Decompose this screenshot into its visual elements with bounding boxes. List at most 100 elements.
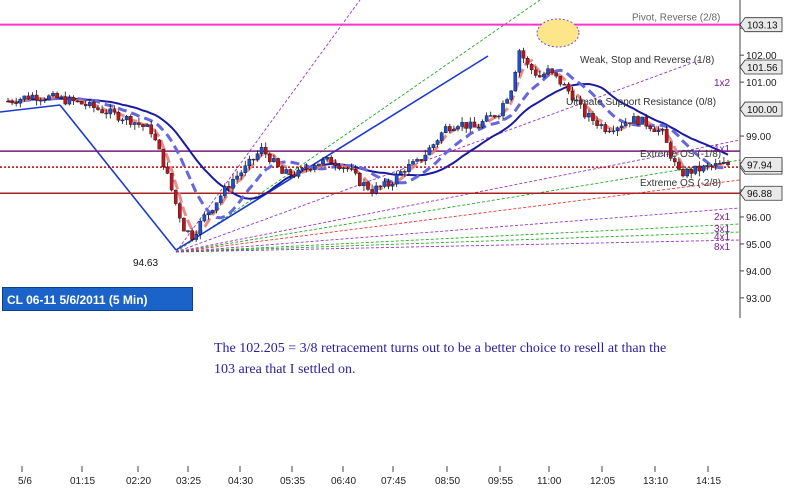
highlight-ellipse bbox=[536, 18, 580, 48]
candle-up bbox=[313, 165, 317, 170]
x-tick-label: 01:15 bbox=[70, 476, 95, 487]
candle-down bbox=[6, 100, 10, 103]
candle-up bbox=[202, 214, 207, 222]
x-tick-label: 03:25 bbox=[176, 476, 201, 487]
candle-up bbox=[235, 175, 239, 180]
candle-down bbox=[709, 165, 714, 167]
candle-up bbox=[501, 103, 505, 117]
candle-down bbox=[353, 169, 358, 174]
murrey-level-label: Pivot, Reverse (2/8) bbox=[632, 13, 720, 24]
candle-up bbox=[452, 128, 456, 132]
candle-up bbox=[259, 146, 264, 154]
x-tick-label: 07:45 bbox=[381, 476, 406, 487]
candle-up bbox=[439, 132, 444, 141]
trendline bbox=[175, 55, 489, 251]
y-tick-label: 99.00 bbox=[746, 132, 771, 143]
candle-down bbox=[128, 116, 133, 125]
price-box: 101.56 bbox=[739, 59, 783, 75]
x-tick-label: 02:20 bbox=[126, 476, 151, 487]
candle-down bbox=[562, 83, 567, 86]
x-tick-label: 04:30 bbox=[228, 476, 253, 487]
candle-down bbox=[100, 109, 104, 114]
x-tick-label: 13:10 bbox=[643, 476, 668, 487]
price-box-label: 103.13 bbox=[747, 21, 778, 32]
candle-down bbox=[358, 172, 362, 187]
candle-down bbox=[726, 162, 730, 166]
candle-down bbox=[345, 167, 350, 170]
candle-down bbox=[464, 122, 468, 129]
candle-up bbox=[18, 98, 23, 104]
y-tick-label: 95.00 bbox=[746, 240, 771, 251]
candle-down bbox=[288, 169, 293, 176]
candle-down bbox=[75, 100, 80, 103]
candle-down bbox=[628, 122, 632, 124]
candlestick-chart: Pivot, Reverse (2/8) Weak, Stop and Rever… bbox=[0, 0, 783, 487]
gann-fan-line bbox=[175, 59, 701, 253]
candle-up bbox=[22, 95, 27, 100]
candle-down bbox=[525, 58, 530, 65]
candle-up bbox=[382, 181, 387, 187]
candle-down bbox=[554, 72, 558, 77]
candle-down bbox=[227, 185, 231, 189]
candle-up bbox=[488, 115, 493, 117]
candle-up bbox=[431, 144, 436, 148]
candle-down bbox=[161, 148, 166, 168]
candle-down bbox=[378, 185, 383, 188]
candle-down bbox=[292, 174, 297, 177]
trendline bbox=[0, 104, 61, 113]
candle-down bbox=[169, 173, 174, 191]
candle-down bbox=[333, 162, 338, 167]
candle-down bbox=[697, 165, 702, 172]
gann-fan-line bbox=[175, 179, 741, 253]
candle-up bbox=[722, 162, 726, 164]
candle-up bbox=[390, 183, 395, 187]
candle-up bbox=[619, 125, 624, 128]
candle-down bbox=[165, 166, 170, 174]
candle-down bbox=[718, 163, 722, 165]
chart-labels: Pivot, Reverse (2/8) Weak, Stop and Rever… bbox=[133, 13, 731, 269]
candle-up bbox=[206, 212, 211, 216]
price-box: 100.00 bbox=[739, 101, 783, 117]
candle-down bbox=[636, 116, 640, 125]
candle-down bbox=[493, 115, 497, 118]
candle-down bbox=[566, 84, 571, 92]
candle-down bbox=[689, 169, 693, 174]
gann-fan-label: 1x1 bbox=[714, 144, 731, 155]
moving-averages bbox=[7, 59, 729, 236]
candle-down bbox=[304, 167, 309, 170]
candle-up bbox=[296, 169, 301, 177]
candle-down bbox=[268, 153, 272, 163]
candle-up bbox=[599, 124, 603, 126]
candle-up bbox=[480, 121, 485, 128]
candle-down bbox=[558, 75, 563, 85]
candle-down bbox=[386, 181, 391, 187]
candle-up bbox=[394, 174, 399, 185]
price-box-label: 96.88 bbox=[747, 189, 772, 200]
candle-down bbox=[533, 69, 538, 76]
candle-up bbox=[51, 93, 55, 96]
candle-down bbox=[149, 124, 153, 135]
candle-up bbox=[443, 126, 448, 133]
candle-down bbox=[550, 68, 554, 73]
candle-down bbox=[403, 171, 407, 173]
candle-up bbox=[300, 167, 305, 171]
candle-up bbox=[517, 50, 522, 73]
candle-up bbox=[398, 171, 403, 175]
price-box-label: 97.94 bbox=[747, 161, 772, 172]
candle-down bbox=[664, 128, 669, 143]
candle-up bbox=[218, 195, 223, 203]
candle-down bbox=[157, 139, 162, 150]
candle-up bbox=[223, 185, 227, 197]
candle-down bbox=[644, 116, 648, 127]
candle-up bbox=[468, 121, 473, 129]
candle-up bbox=[255, 153, 260, 160]
candle-down bbox=[96, 107, 100, 110]
candle-up bbox=[611, 130, 616, 133]
gann-fan-label: 2x1 bbox=[714, 212, 731, 223]
candle-down bbox=[366, 182, 370, 190]
candle-down bbox=[349, 168, 354, 170]
candle-up bbox=[411, 161, 415, 165]
candle-up bbox=[415, 159, 419, 162]
candle-up bbox=[38, 99, 43, 102]
candle-up bbox=[607, 130, 612, 133]
